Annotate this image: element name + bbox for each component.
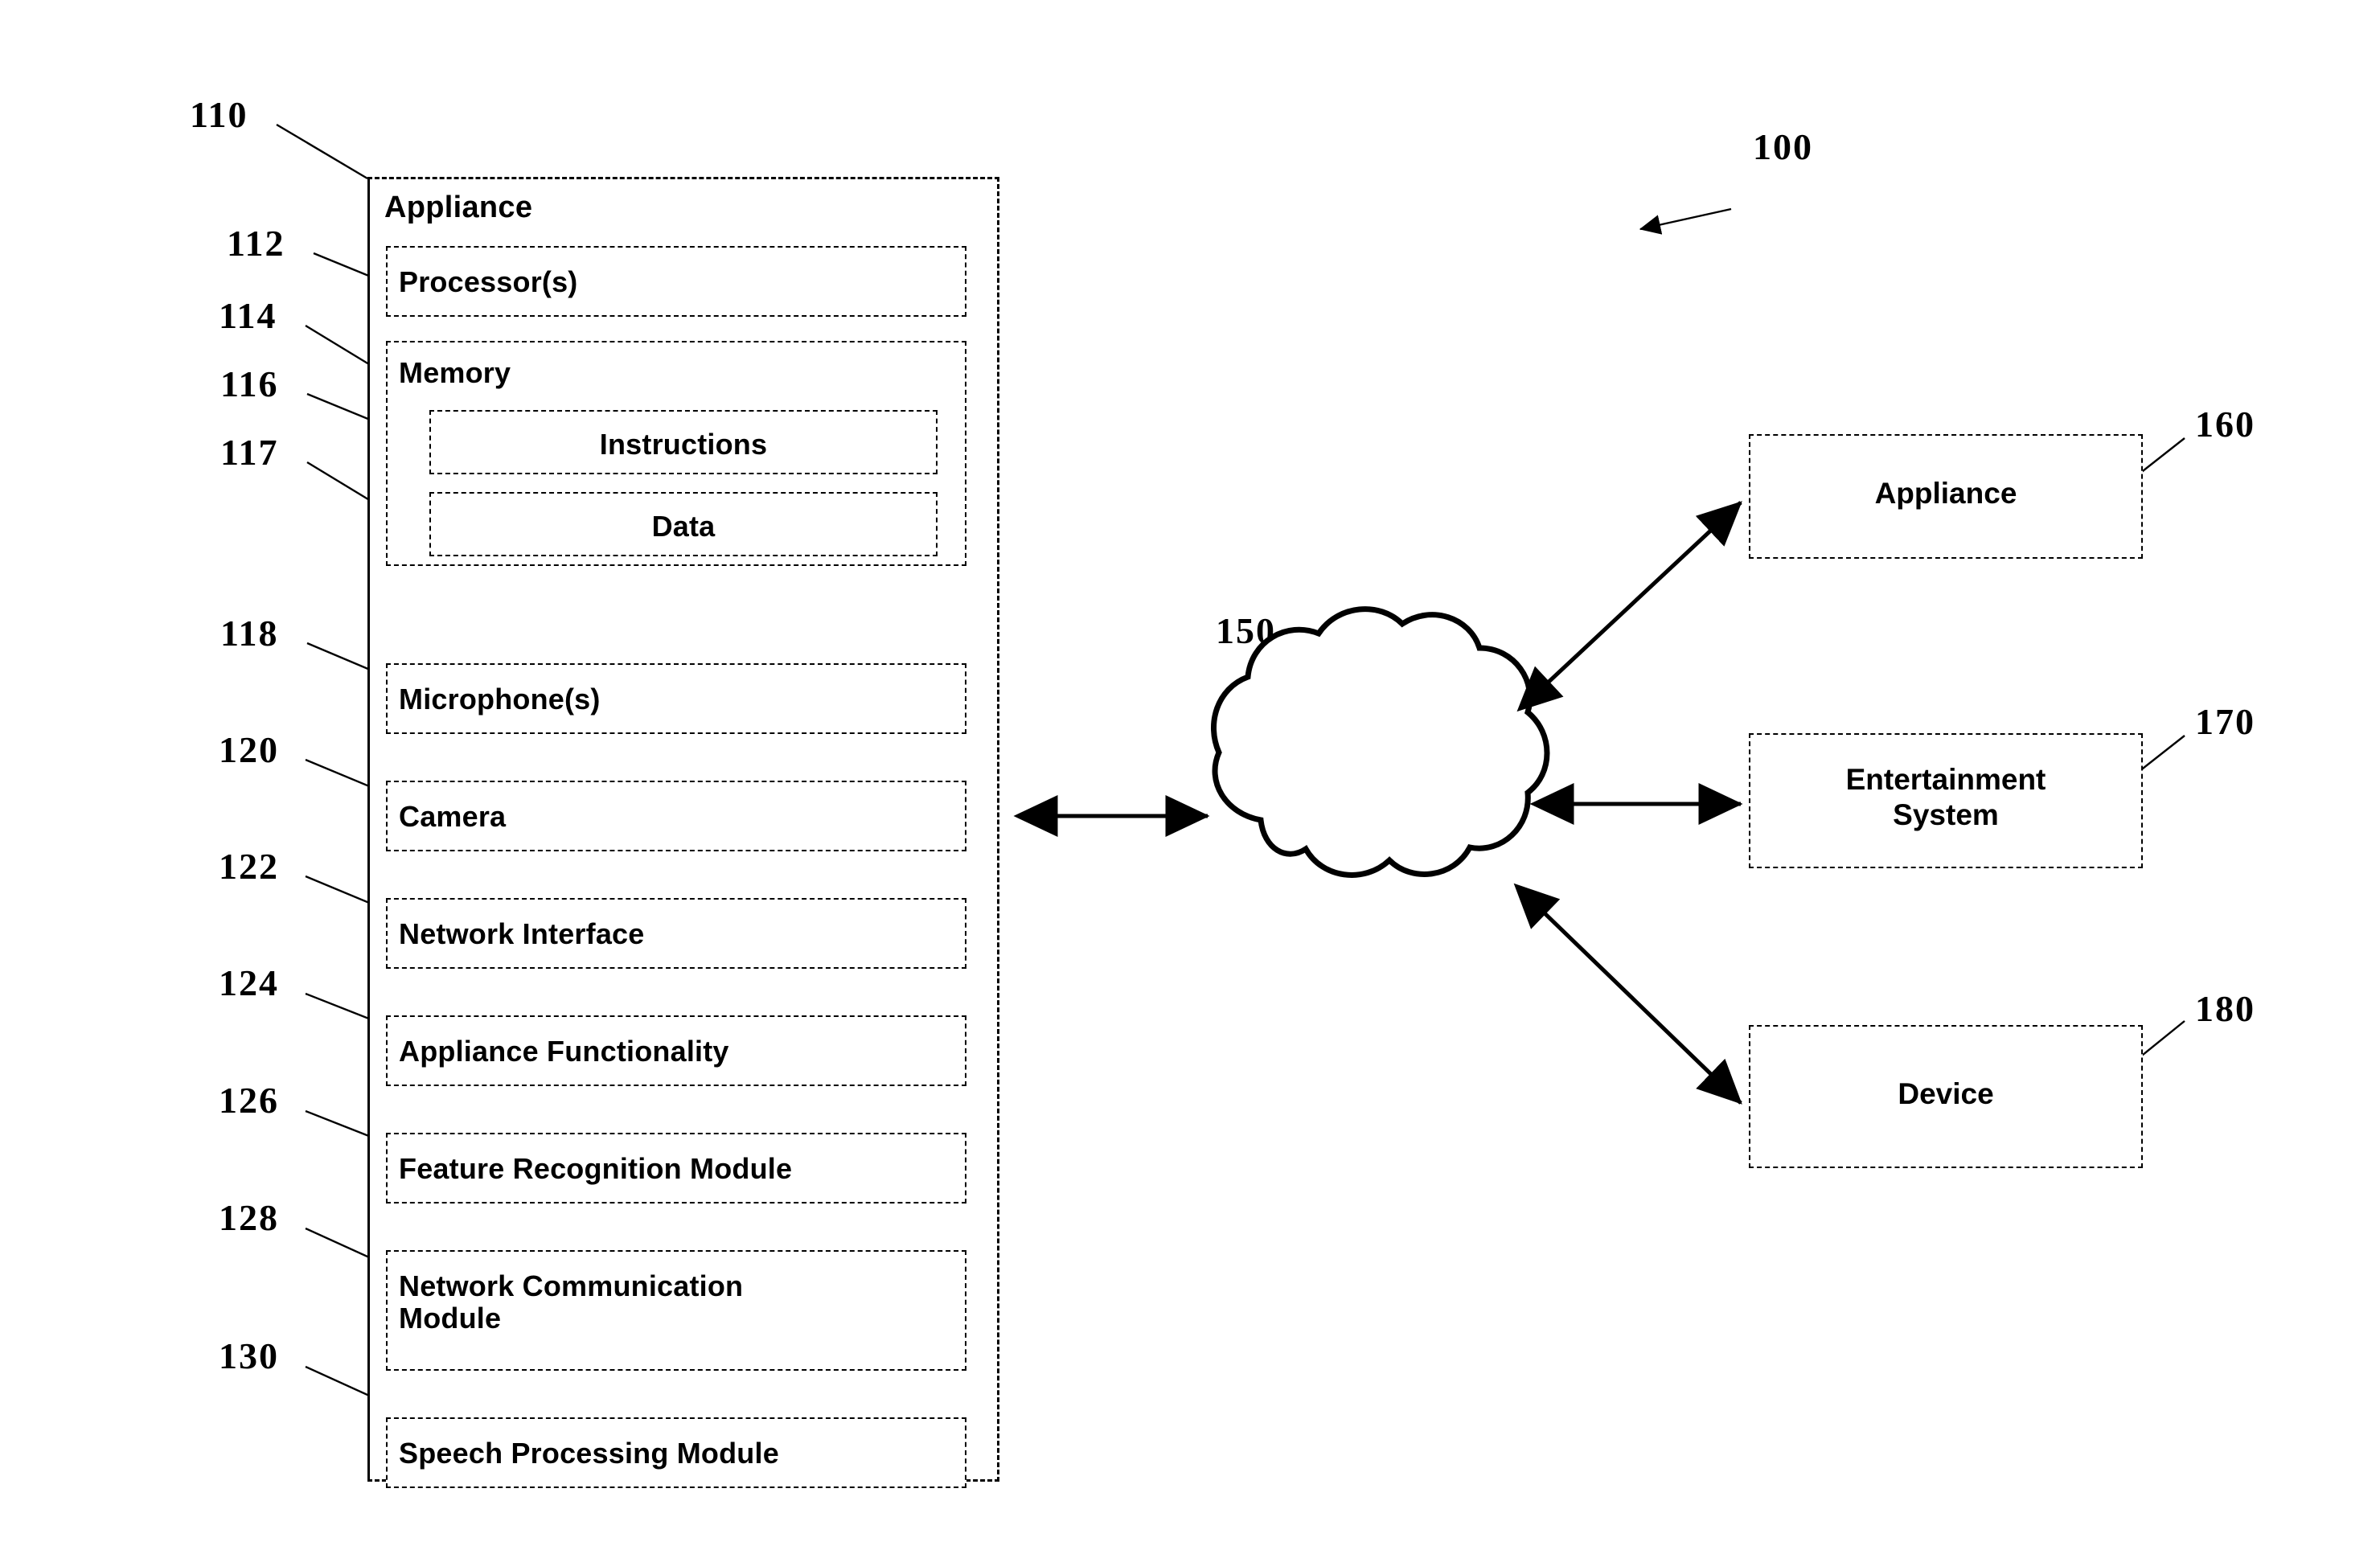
component-box-network-interface[interactable]: Network Interface [386, 898, 970, 972]
endpoint-label-appliance: Appliance [1874, 477, 2017, 510]
endpoint-label-device: Device [1898, 1077, 1994, 1110]
ref-numeral-112: 112 [227, 223, 285, 264]
ref-numeral-110: 110 [190, 94, 248, 135]
memory-label-data: Data [651, 510, 716, 543]
component-label-processors: Processor(s) [399, 265, 578, 298]
memory-box-instructions[interactable]: Instructions [429, 410, 941, 478]
component-label-camera: Camera [399, 800, 507, 833]
ref-numeral-130: 130 [219, 1335, 279, 1376]
memory-box-data[interactable]: Data [429, 492, 941, 560]
ref-numeral-116: 116 [220, 363, 279, 404]
endpoint-box-device[interactable]: Device [1749, 1025, 2147, 1172]
figure-canvas: 110 112 114 116 117 118 120 122 124 126 … [0, 0, 2380, 1550]
component-box-memory[interactable]: Memory Instructions Data [386, 341, 970, 569]
ref-numeral-122: 122 [219, 846, 279, 887]
component-label-memory: Memory [399, 356, 511, 389]
appliance-container: Appliance Processor(s) Memory Instructio… [367, 177, 1008, 1491]
ref-numeral-117: 117 [220, 432, 279, 473]
ref-numeral-160: 160 [2195, 404, 2255, 445]
endpoint-label-entertainment-system: Entertainment System [1845, 763, 2046, 832]
component-box-camera[interactable]: Camera [386, 781, 970, 855]
component-label-network-interface: Network Interface [399, 917, 645, 950]
endpoint-box-entertainment-system[interactable]: Entertainment System [1749, 733, 2147, 872]
component-label-appliance-functionality: Appliance Functionality [399, 1035, 729, 1068]
connector-cloud-to-appliance160 [1516, 501, 1742, 712]
component-label-network-communication-module: Network Communication Module [399, 1269, 744, 1335]
appliance-title: Appliance [384, 191, 533, 224]
component-box-microphones[interactable]: Microphone(s) [386, 663, 970, 737]
component-box-speech-processing-module[interactable]: Speech Processing Module [386, 1417, 970, 1491]
component-box-network-communication-module[interactable]: Network Communication Module [386, 1250, 970, 1374]
component-label-speech-processing-module: Speech Processing Module [399, 1437, 779, 1470]
component-label-feature-recognition-module: Feature Recognition Module [399, 1152, 793, 1185]
ref-numeral-170: 170 [2195, 701, 2255, 742]
ref-numeral-120: 120 [219, 729, 279, 770]
ref-numeral-126: 126 [219, 1080, 279, 1121]
ref-numeral-180: 180 [2195, 988, 2255, 1029]
memory-label-instructions: Instructions [599, 428, 768, 461]
ref-numeral-114: 114 [219, 295, 277, 336]
system-pointer-arrow [1639, 207, 1732, 235]
connector-arrows [1013, 501, 1743, 1105]
ref-numeral-118: 118 [220, 613, 279, 654]
endpoint-box-appliance[interactable]: Appliance [1749, 434, 2147, 563]
component-label-microphones: Microphone(s) [399, 683, 601, 716]
component-box-processors[interactable]: Processor(s) [386, 246, 970, 320]
component-box-appliance-functionality[interactable]: Appliance Functionality [386, 1015, 970, 1089]
ref-numeral-128: 128 [219, 1197, 279, 1238]
connector-cloud-to-device [1513, 883, 1742, 1105]
ref-numeral-150: 150 [1216, 610, 1276, 651]
ref-numeral-124: 124 [219, 962, 279, 1003]
component-box-feature-recognition-module[interactable]: Feature Recognition Module [386, 1133, 970, 1207]
ref-numeral-100: 100 [1753, 126, 1813, 167]
